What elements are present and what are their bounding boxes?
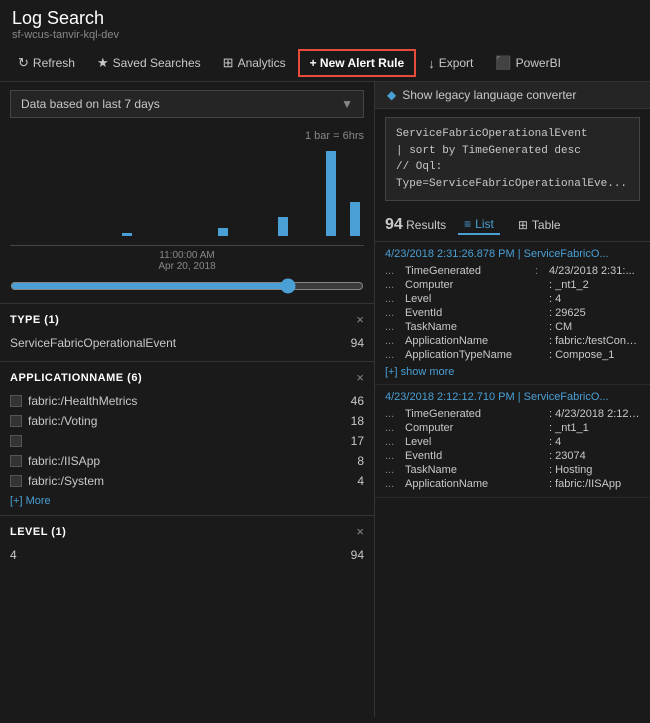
table-icon: ⊞ — [518, 218, 528, 232]
app-header: Log Search sf-wcus-tanvir-kql-dev — [0, 0, 650, 45]
legacy-label: Show legacy language converter — [402, 88, 576, 102]
date-selector[interactable]: Data based on last 7 days ▼ — [10, 90, 364, 118]
log-entry-header-1[interactable]: 4/23/2018 2:12:12.710 PM | ServiceFabric… — [385, 391, 640, 403]
log-field: ... ApplicationName : fabric:/testContai… — [385, 334, 640, 348]
export-button[interactable]: ↓ Export — [418, 51, 483, 76]
show-more-0[interactable]: [+] show more — [385, 366, 640, 378]
export-icon: ↓ — [428, 56, 435, 71]
log-field: ... ApplicationName : fabric:/IISApp — [385, 477, 640, 491]
info-icon: ◆ — [387, 88, 396, 102]
list-item: fabric:/Voting 18 — [10, 411, 364, 431]
level-filter-section: LEVEL (1) × 4 94 — [0, 515, 374, 573]
main-layout: Data based on last 7 days ▼ 1 bar = 6hrs… — [0, 82, 650, 717]
powerbi-icon: ⬛ — [495, 55, 511, 71]
list-view-button[interactable]: ≡ List — [458, 215, 500, 235]
log-field: ... Level : 4 — [385, 292, 640, 306]
results-count: 94 Results — [385, 216, 446, 234]
chart-bar — [326, 151, 336, 236]
chart-time-label: 11:00:00 AM Apr 20, 2018 — [10, 250, 364, 272]
app-checkbox-2[interactable] — [10, 435, 22, 447]
app-title: Log Search — [12, 8, 638, 29]
table-view-button[interactable]: ⊞ Table — [512, 216, 567, 234]
appname-filter-close[interactable]: × — [356, 370, 364, 385]
chart-bars — [10, 146, 364, 236]
chart-scale-label: 1 bar = 6hrs — [10, 130, 364, 142]
appname-filter-section: APPLICATIONNAME (6) × fabric:/HealthMetr… — [0, 361, 374, 515]
type-filter-section: TYPE (1) × ServiceFabricOperationalEvent… — [0, 303, 374, 361]
log-field: ... ApplicationTypeName : Compose_1 — [385, 348, 640, 362]
time-range-slider[interactable] — [10, 278, 364, 294]
left-panel: Data based on last 7 days ▼ 1 bar = 6hrs… — [0, 82, 375, 717]
log-entry-0: 4/23/2018 2:31:26.878 PM | ServiceFabric… — [375, 242, 650, 385]
chart-bar — [350, 202, 360, 236]
level-filter-header: LEVEL (1) × — [10, 524, 364, 539]
log-entry-1: 4/23/2018 2:12:12.710 PM | ServiceFabric… — [375, 385, 650, 498]
app-filter-more[interactable]: [+] More — [10, 495, 364, 507]
list-item: fabric:/System 4 — [10, 471, 364, 491]
log-entry-header-0[interactable]: 4/23/2018 2:31:26.878 PM | ServiceFabric… — [385, 248, 640, 260]
appname-filter-header: APPLICATIONNAME (6) × — [10, 370, 364, 385]
log-field: ... TaskName : Hosting — [385, 463, 640, 477]
log-field: ... EventId : 29625 — [385, 306, 640, 320]
level-filter-item: 4 94 — [10, 545, 364, 565]
chart-bar — [218, 228, 228, 236]
chevron-down-icon: ▼ — [341, 97, 353, 111]
app-checkbox-4[interactable] — [10, 475, 22, 487]
analytics-icon: ⊞ — [223, 55, 234, 71]
powerbi-button[interactable]: ⬛ PowerBI — [485, 50, 571, 76]
log-field: ... Level : 4 — [385, 435, 640, 449]
legacy-bar: ◆ Show legacy language converter — [375, 82, 650, 109]
chart-bar — [278, 217, 288, 236]
slider-container — [0, 272, 374, 303]
app-checkbox-3[interactable] — [10, 455, 22, 467]
results-header: 94 Results ≡ List ⊞ Table — [375, 209, 650, 242]
chart-container — [10, 146, 364, 246]
type-filter-item: ServiceFabricOperationalEvent 94 — [10, 333, 364, 353]
list-item: 17 — [10, 431, 364, 451]
toolbar: ↻ Refresh ★ Saved Searches ⊞ Analytics +… — [0, 45, 650, 82]
list-item: fabric:/HealthMetrics 46 — [10, 391, 364, 411]
type-filter-close[interactable]: × — [356, 312, 364, 327]
log-field: ... Computer : _nt1_2 — [385, 278, 640, 292]
app-checkbox-1[interactable] — [10, 415, 22, 427]
list-icon: ≡ — [464, 217, 471, 231]
new-alert-button[interactable]: + New Alert Rule — [298, 49, 417, 77]
log-field: ... TimeGenerated : 4/23/2018 2:12:1... — [385, 407, 640, 421]
type-filter-header: TYPE (1) × — [10, 312, 364, 327]
app-subtitle: sf-wcus-tanvir-kql-dev — [12, 29, 638, 41]
chart-bar — [122, 233, 132, 236]
star-icon: ★ — [97, 55, 109, 71]
chart-area: 1 bar = 6hrs 11:00:00 AM Apr 20, 2018 — [0, 126, 374, 272]
right-panel: ◆ Show legacy language converter Service… — [375, 82, 650, 717]
app-checkbox-0[interactable] — [10, 395, 22, 407]
log-field: ... Computer : _nt1_1 — [385, 421, 640, 435]
level-filter-close[interactable]: × — [356, 524, 364, 539]
refresh-icon: ↻ — [18, 55, 29, 71]
log-field: ... TaskName : CM — [385, 320, 640, 334]
log-field: ... EventId : 23074 — [385, 449, 640, 463]
analytics-button[interactable]: ⊞ Analytics — [213, 50, 296, 76]
saved-searches-button[interactable]: ★ Saved Searches — [87, 50, 211, 76]
query-box: ServiceFabricOperationalEvent | sort by … — [385, 117, 640, 201]
log-field: ... TimeGenerated : 4/23/2018 2:31:... — [385, 264, 640, 278]
refresh-button[interactable]: ↻ Refresh — [8, 50, 85, 76]
list-item: fabric:/IISApp 8 — [10, 451, 364, 471]
